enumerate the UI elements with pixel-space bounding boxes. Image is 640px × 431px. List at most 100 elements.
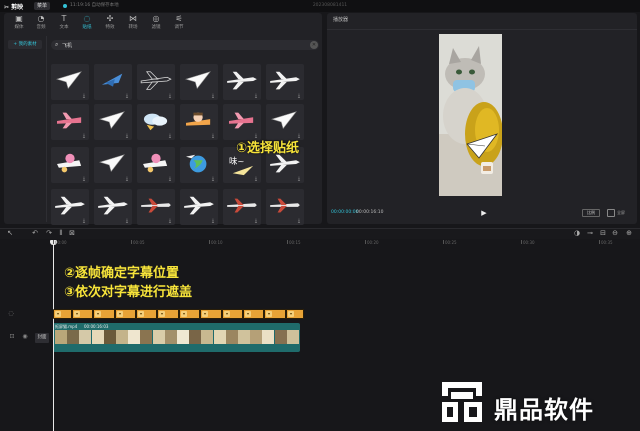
sticker-clip[interactable]: ▾	[93, 309, 115, 319]
split-icon[interactable]: ⫴	[56, 229, 66, 238]
clip-thumbnail	[67, 330, 80, 344]
video-preview	[439, 34, 502, 196]
download-icon[interactable]: ⤓	[210, 93, 216, 99]
sticker-item[interactable]: ⤓	[180, 64, 218, 100]
visibility-icon[interactable]: ◉	[21, 333, 29, 341]
download-icon[interactable]: ⤓	[253, 218, 259, 224]
app-logo: ✂ 剪映	[4, 4, 24, 11]
sticker-clip[interactable]: ▾	[243, 309, 264, 319]
download-icon[interactable]: ⤓	[81, 93, 87, 99]
total-time: 00:00:16:10	[356, 210, 384, 215]
download-icon[interactable]: ⤓	[124, 176, 130, 182]
sticker-clip[interactable]: ▾	[157, 309, 179, 319]
download-icon[interactable]: ⤓	[81, 218, 87, 224]
download-icon[interactable]: ⤓	[167, 133, 173, 139]
download-icon[interactable]: ⤓	[124, 93, 130, 99]
sticker-clip[interactable]: ▾	[222, 309, 243, 319]
magnet-icon[interactable]: ◑	[572, 229, 582, 238]
sticker-item[interactable]: ⤓	[51, 147, 89, 183]
tab-text[interactable]: T 文本	[53, 14, 75, 34]
cover-button[interactable]: 封面	[35, 333, 49, 343]
clip-thumbnail	[262, 330, 275, 344]
sticker-item[interactable]: ⤓	[266, 104, 304, 140]
clip-thumbnail	[55, 330, 67, 344]
playhead[interactable]	[53, 240, 54, 431]
download-icon[interactable]: ⤓	[210, 176, 216, 182]
preview-axis-icon[interactable]: ⊟	[598, 229, 608, 238]
link-icon[interactable]: ⊸	[585, 229, 595, 238]
sticker-item[interactable]: ⤓	[94, 147, 132, 183]
download-icon[interactable]: ⤓	[210, 133, 216, 139]
paper-plane-icon	[56, 71, 82, 90]
sticker-clip[interactable]: ▾	[115, 309, 136, 319]
download-icon[interactable]: ⤓	[124, 133, 130, 139]
search-input[interactable]	[62, 40, 302, 50]
download-icon[interactable]: ⤓	[253, 176, 259, 182]
sticker-item[interactable]: ⤓	[51, 64, 89, 100]
sticker-item[interactable]: ⤓	[137, 189, 175, 225]
sticker-item[interactable]: ⤓	[137, 104, 175, 140]
ratio-button[interactable]: 比例	[582, 209, 600, 217]
download-icon[interactable]: ⤓	[296, 93, 302, 99]
sticker-clip[interactable]: ▾	[200, 309, 222, 319]
tab-media[interactable]: ▣ 媒体	[8, 14, 30, 34]
sticker-item[interactable]: ⤓	[137, 64, 175, 100]
annotation-step-locate: ②逐帧确定字幕位置	[64, 266, 180, 281]
play-button[interactable]: ▶	[479, 208, 489, 218]
sticker-item[interactable]: ⤓	[223, 104, 261, 140]
download-icon[interactable]: ⤓	[210, 218, 216, 224]
tab-effects[interactable]: ✣ 特效	[99, 14, 121, 34]
undo-icon[interactable]: ↶	[30, 229, 40, 238]
import-button[interactable]: + 我的素材	[8, 40, 42, 49]
sticker-item[interactable]: ⤓	[51, 104, 89, 140]
sticker-clip[interactable]: ▾	[264, 309, 286, 319]
fullscreen-icon[interactable]	[607, 209, 615, 217]
sticker-item[interactable]: ⤓	[94, 104, 132, 140]
download-icon[interactable]: ⤓	[167, 218, 173, 224]
download-icon[interactable]: ⤓	[167, 93, 173, 99]
sticker-item[interactable]: ⤓	[94, 189, 132, 225]
sticker-clip-icon: ▾	[74, 311, 80, 317]
download-icon[interactable]: ⤓	[124, 218, 130, 224]
tab-transition[interactable]: ⋈ 转场	[122, 14, 144, 34]
tab-filter[interactable]: ◎ 滤镜	[145, 14, 167, 34]
sticker-item[interactable]: ⤓	[223, 64, 261, 100]
airplane-icon	[184, 196, 214, 215]
tab-label: 转场	[128, 25, 138, 30]
select-cursor-icon[interactable]: ↖	[5, 229, 15, 238]
sticker-item[interactable]: ⤓	[223, 189, 261, 225]
menu-button[interactable]: 菜单	[34, 2, 50, 10]
sticker-clip[interactable]: ▾	[72, 309, 93, 319]
tab-audio[interactable]: ◔ 音频	[30, 14, 52, 34]
download-icon[interactable]: ⤓	[253, 93, 259, 99]
download-icon[interactable]: ⤓	[296, 218, 302, 224]
download-icon[interactable]: ⤓	[296, 176, 302, 182]
sticker-item[interactable]: ⤓	[180, 104, 218, 140]
tab-label: 媒体	[14, 25, 24, 30]
download-icon[interactable]: ⤓	[81, 133, 87, 139]
sticker-clip[interactable]: ▾	[179, 309, 200, 319]
sticker-clip[interactable]: ▾	[53, 309, 72, 319]
sticker-item[interactable]: ⤓	[51, 189, 89, 225]
clip-thumbnail	[286, 330, 299, 344]
zoom-out-icon[interactable]: ⊖	[610, 229, 620, 238]
sticker-item[interactable]: ⤓	[266, 189, 304, 225]
tab-adjust[interactable]: ⚟ 调节	[168, 14, 190, 34]
redo-icon[interactable]: ↷	[44, 229, 54, 238]
tab-sticker[interactable]: ◌ 贴纸	[76, 14, 98, 34]
sticker-item[interactable]: ⤓	[180, 147, 218, 183]
watermark-text: 鼎品软件	[494, 396, 594, 424]
player-title: 播放器	[333, 17, 349, 23]
lock-track-icon[interactable]: ⊡	[8, 333, 16, 341]
sticker-item[interactable]: ⤓	[180, 189, 218, 225]
zoom-fit-icon[interactable]: ⊕	[624, 229, 634, 238]
download-icon[interactable]: ⤓	[167, 176, 173, 182]
sticker-item[interactable]: ⤓	[94, 64, 132, 100]
delete-icon[interactable]: ⊠	[67, 229, 77, 238]
download-icon[interactable]: ⤓	[81, 176, 87, 182]
sticker-clip[interactable]: ▾	[136, 309, 157, 319]
clear-search-icon[interactable]: ✕	[310, 41, 318, 49]
sticker-clip[interactable]: ▾	[286, 309, 304, 319]
sticker-item[interactable]: ⤓	[266, 64, 304, 100]
sticker-item[interactable]: ⤓	[137, 147, 175, 183]
